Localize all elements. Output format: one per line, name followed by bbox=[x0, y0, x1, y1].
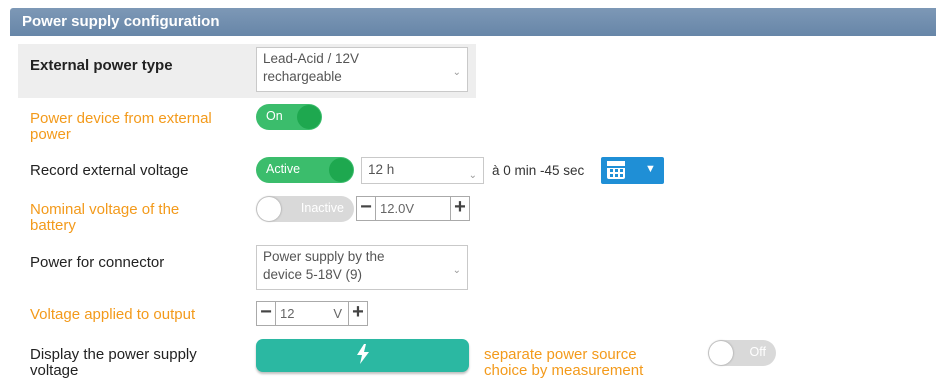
increment-button[interactable]: + bbox=[348, 301, 368, 326]
select-line: Power supply by the bbox=[263, 249, 385, 264]
increment-button[interactable]: + bbox=[450, 196, 470, 221]
nominal-voltage-stepper[interactable]: − 12.0V + bbox=[356, 196, 470, 221]
external-power-type-label: External power type bbox=[30, 57, 173, 74]
stepper-value[interactable]: 12 V bbox=[276, 301, 348, 326]
toggle-label: Inactive bbox=[300, 201, 344, 215]
record-voltage-label: Record external voltage bbox=[30, 162, 189, 179]
caret-down-icon: ⌄ bbox=[452, 66, 461, 78]
record-offset-text: à 0 min -45 sec bbox=[492, 163, 585, 178]
toggle-knob bbox=[297, 105, 321, 129]
nominal-voltage-label: Nominal voltage of the battery bbox=[30, 201, 180, 234]
caret-down-icon: ▼ bbox=[645, 163, 656, 175]
select-line: rechargeable bbox=[263, 69, 342, 84]
power-from-external-label: Power device from external power bbox=[30, 110, 212, 143]
nominal-voltage-toggle[interactable]: Inactive bbox=[256, 196, 354, 222]
voltage-output-stepper[interactable]: − 12 V + bbox=[256, 301, 368, 326]
separate-power-toggle[interactable]: Off bbox=[708, 340, 776, 366]
voltage-output-label: Voltage applied to output bbox=[30, 306, 196, 323]
toggle-knob bbox=[257, 197, 281, 221]
calendar-icon bbox=[607, 161, 625, 179]
power-for-connector-select[interactable]: Power supply by the device 5-18V (9) ⌄ bbox=[256, 245, 468, 290]
separate-power-source-text: separate power source choice by measurem… bbox=[484, 346, 644, 379]
toggle-label: Active bbox=[266, 162, 301, 176]
power-from-external-toggle[interactable]: On bbox=[256, 104, 322, 130]
lightning-icon bbox=[357, 344, 369, 364]
decrement-button[interactable]: − bbox=[356, 196, 376, 221]
toggle-label: On bbox=[266, 109, 283, 123]
caret-down-icon: ⌄ bbox=[452, 264, 461, 276]
external-power-type-select[interactable]: Lead-Acid / 12V rechargeable ⌄ bbox=[256, 47, 468, 92]
stepper-value[interactable]: 12.0V bbox=[376, 196, 450, 221]
section-header: Power supply configuration bbox=[10, 8, 936, 36]
select-line: Lead-Acid / 12V bbox=[263, 51, 360, 66]
record-interval-select[interactable]: 12 h ⌄ bbox=[361, 157, 484, 184]
power-for-connector-label: Power for connector bbox=[30, 254, 165, 271]
decrement-button[interactable]: − bbox=[256, 301, 276, 326]
toggle-knob bbox=[709, 341, 733, 365]
toggle-knob bbox=[329, 158, 353, 182]
display-voltage-label: Display the power supply voltage bbox=[30, 346, 197, 379]
select-line: device 5-18V (9) bbox=[263, 267, 363, 282]
select-value: 12 h bbox=[368, 162, 395, 177]
record-voltage-toggle[interactable]: Active bbox=[256, 157, 354, 183]
toggle-label: Off bbox=[749, 345, 766, 359]
display-voltage-button[interactable] bbox=[256, 339, 469, 372]
caret-down-icon: ⌄ bbox=[468, 169, 477, 181]
calendar-dropdown-button[interactable]: ▼ bbox=[601, 157, 664, 184]
